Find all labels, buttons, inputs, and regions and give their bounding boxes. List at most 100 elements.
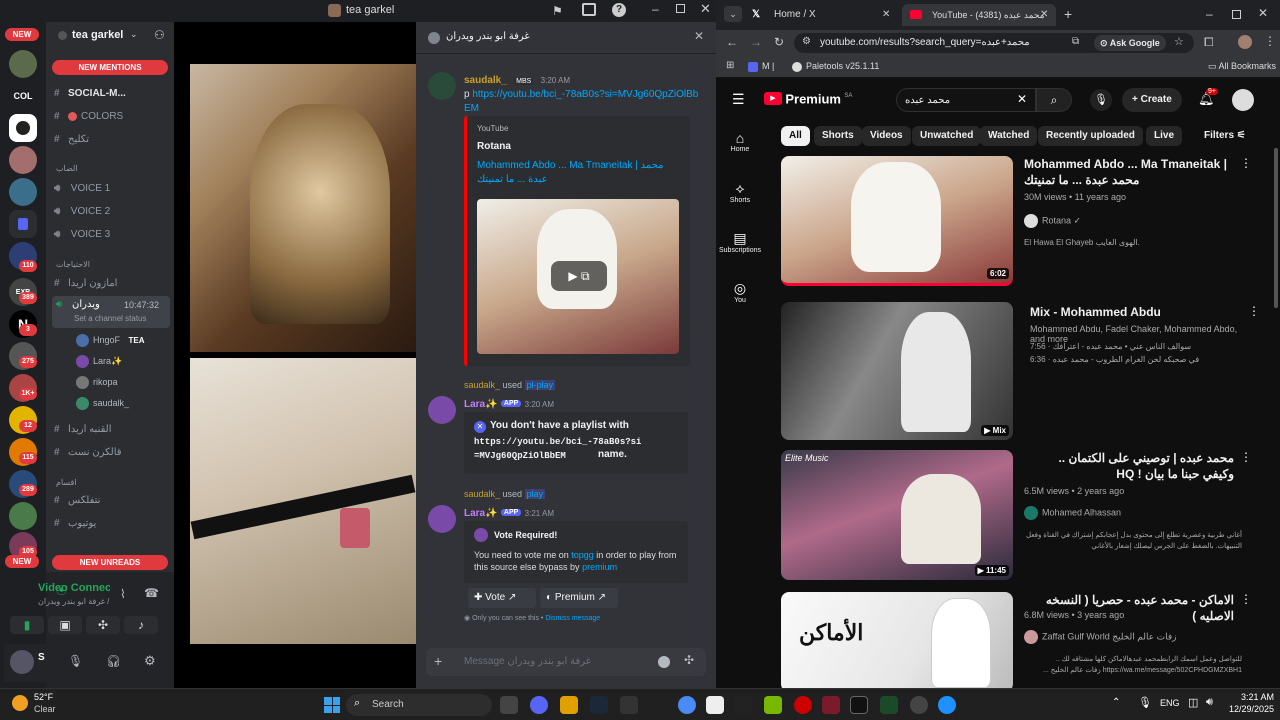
new-unreads-pill[interactable]: NEW UNREADS — [52, 555, 168, 570]
video-thumbnail-2[interactable]: ▶ Mix — [781, 302, 1013, 440]
mix-track-1[interactable]: 7:56 · سوالف الناس عني • محمد عبده - اعت… — [1030, 342, 1240, 351]
chip-recently-uploaded[interactable]: Recently uploaded — [1038, 126, 1143, 146]
file-explorer-icon[interactable] — [560, 696, 578, 714]
chip-unwatched[interactable]: Unwatched — [912, 126, 982, 146]
nav-shorts[interactable]: ⟡ Shorts — [716, 180, 764, 220]
headphones-icon[interactable]: 🎧︎ — [106, 654, 121, 668]
channel-1[interactable]: Rotana ✓ — [1024, 214, 1081, 228]
voice-user-2[interactable]: Lara✨ — [76, 352, 170, 370]
maximize-icon[interactable] — [1232, 10, 1241, 19]
ask-google-button[interactable]: ⊙ Ask Google — [1094, 35, 1166, 51]
notepad-icon[interactable] — [706, 696, 724, 714]
tab-x[interactable]: 𝕏 Home / X ✕ — [744, 4, 898, 26]
category-voice[interactable]: الصاب — [56, 164, 78, 173]
close-icon[interactable]: ✕ — [700, 1, 711, 17]
chip-watched[interactable]: Watched — [980, 126, 1038, 146]
maximize-icon[interactable] — [676, 4, 685, 13]
nav-subscriptions[interactable]: ▤ Subscriptions — [716, 230, 764, 270]
server-icon-15[interactable] — [9, 502, 37, 530]
nvidia-icon[interactable] — [764, 696, 782, 714]
tray-mic-icon[interactable]: 🎙︎ — [1138, 696, 1152, 709]
emoji-icon[interactable] — [658, 656, 670, 668]
screen-icon[interactable] — [582, 3, 596, 16]
avatar[interactable] — [428, 505, 456, 533]
excel-icon[interactable] — [880, 696, 898, 714]
dismiss-link[interactable]: Dismiss message — [545, 615, 600, 622]
embed-title[interactable]: Mohammed Abdo ... Ma Tmaneitak | محمد عب… — [477, 159, 683, 187]
attach-plus-icon[interactable]: + — [434, 653, 442, 669]
active-voice-channel[interactable]: 🔊︎ ويدران 10:47:32 Set a channel status — [52, 296, 170, 328]
install-icon[interactable]: ⧉ — [1072, 36, 1079, 47]
chip-live[interactable]: Live — [1146, 126, 1183, 146]
all-bookmarks[interactable]: ▭ All Bookmarks — [1208, 61, 1276, 72]
windows-start-icon[interactable] — [324, 697, 340, 713]
channel-qanbah[interactable]: # القنبه اريدا — [54, 420, 170, 440]
avatar[interactable] — [428, 72, 456, 100]
reload-icon[interactable]: ↻ — [774, 35, 784, 49]
command-name[interactable]: play — [524, 489, 546, 499]
video-thumbnail-1[interactable]: 6:02 — [781, 156, 1013, 286]
weather-icon[interactable] — [12, 695, 28, 711]
minimize-icon[interactable]: – — [1206, 7, 1213, 21]
search-button[interactable]: ⌕ — [1036, 88, 1072, 112]
video-menu-icon[interactable]: ⋮ — [1240, 592, 1252, 606]
clear-search-icon[interactable]: ✕ — [1017, 92, 1027, 106]
app-icon-8[interactable] — [734, 696, 752, 714]
menu-kebab-icon[interactable]: ⋮ — [1264, 34, 1276, 48]
steam-icon[interactable] — [590, 696, 608, 714]
channel-qalkarn[interactable]: # قالكرن نست — [54, 443, 170, 463]
server-icon-3[interactable] — [9, 114, 37, 142]
app-icon-5[interactable] — [620, 696, 638, 714]
video-title-1[interactable]: Mohammed Abdo ... Ma Tmaneitak | محمد عب… — [1024, 156, 1234, 188]
avatar[interactable] — [428, 396, 456, 424]
tab-search-icon[interactable]: ⌄ — [724, 6, 742, 22]
chip-videos[interactable]: Videos — [862, 126, 911, 146]
voice-connected-status[interactable]: Video Connected — [38, 582, 110, 596]
message-author[interactable]: Lara✨ — [464, 508, 498, 519]
command-user[interactable]: saudalk_ — [464, 489, 500, 499]
discord-taskbar-icon[interactable] — [530, 696, 548, 714]
soundboard-button[interactable]: ♪ — [124, 616, 158, 634]
bookmark-star-icon[interactable]: ☆ — [1174, 35, 1184, 48]
voice-user-4[interactable]: saudalk_ — [76, 394, 170, 412]
microphone-icon[interactable]: 🎙︎ — [68, 654, 83, 668]
premium-button[interactable]: ◐ Premium ↗ — [540, 588, 618, 608]
back-icon[interactable]: ← — [726, 35, 738, 49]
message-author[interactable]: Lara✨ — [464, 399, 498, 410]
video-menu-icon[interactable]: ⋮ — [1248, 304, 1260, 318]
profile-avatar[interactable] — [1238, 35, 1252, 49]
youtube-logo[interactable]: ▶ Premium SA — [764, 91, 852, 106]
channel-social[interactable]: # SOCIAL-M... — [54, 84, 170, 104]
camera-button[interactable]: ▮ — [10, 616, 44, 634]
voice-location[interactable]: غرفة ابو بندر ويدران / — [38, 597, 110, 606]
site-info-icon[interactable]: ⚙ — [802, 36, 811, 47]
message-author[interactable]: saudalk_ — [464, 75, 507, 86]
command-name[interactable]: pl-play — [524, 380, 556, 390]
app-icon-11[interactable] — [822, 696, 840, 714]
video-thumbnail-4[interactable]: الأماكن — [781, 592, 1013, 688]
channel-amazon[interactable]: # امازون اريدا — [54, 274, 170, 294]
server-icon-1[interactable] — [9, 50, 37, 78]
help-icon[interactable]: ? — [612, 3, 626, 17]
create-button[interactable]: + Create — [1122, 88, 1182, 112]
category-other[interactable]: اقسام — [56, 478, 77, 487]
close-tab-icon[interactable]: ✕ — [1040, 4, 1048, 26]
bookmark-2[interactable]: Paletools v25.1.11 — [792, 61, 879, 72]
minimize-icon[interactable]: – — [652, 2, 659, 16]
filters-button[interactable]: Filters ⚟ — [1204, 130, 1246, 141]
new-mentions-pill[interactable]: NEW MENTIONS — [52, 60, 168, 75]
server-icon-col[interactable]: COL — [9, 82, 37, 110]
vote-button[interactable]: ✚ Vote ↗ — [468, 588, 536, 608]
channel-3[interactable]: Mohamed Alhassan — [1024, 506, 1121, 520]
nav-you[interactable]: ◎ You — [716, 280, 764, 320]
video-menu-icon[interactable]: ⋮ — [1240, 450, 1252, 464]
video-tile-2[interactable] — [190, 358, 416, 644]
topgg-link[interactable]: topgg — [571, 550, 594, 560]
video-title-3[interactable]: محمد عبده | توصيني على الكتمان .. وكيفي … — [1024, 450, 1234, 482]
premium-link[interactable]: premium — [582, 562, 617, 572]
voice-channel-1[interactable]: 🔊︎ VOICE 1 — [54, 179, 170, 199]
channel-youtube[interactable]: # يوتيوب — [54, 514, 170, 534]
video-thumbnail-3[interactable]: Elite Music ▶ 11:45 — [781, 450, 1013, 580]
settings-gear-icon[interactable]: ⚙ — [144, 653, 156, 669]
mix-track-2[interactable]: 6:36 · في صحبكه لحن الغرام الطروب - محمد… — [1030, 355, 1240, 364]
